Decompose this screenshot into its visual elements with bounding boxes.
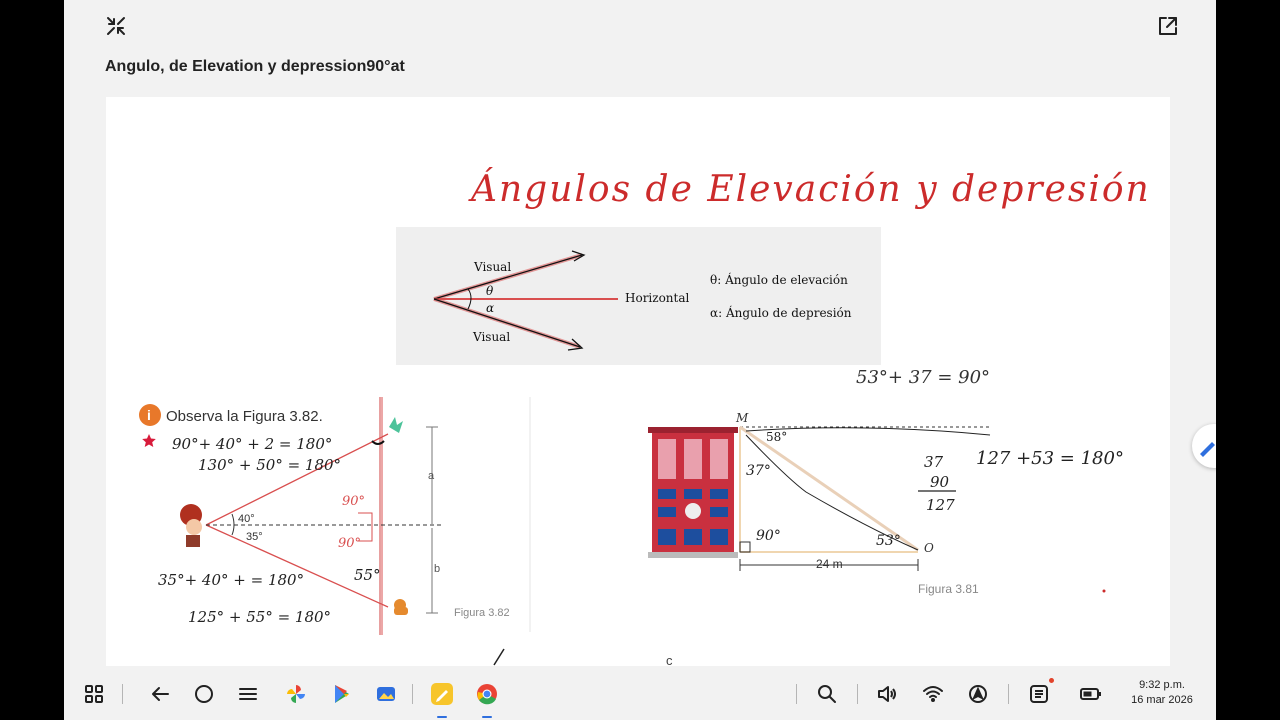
svg-text:53°+ 37 = 90°: 53°+ 37 = 90° bbox=[856, 367, 990, 388]
app-window: Angulo, de Elevation y depression90°at Á… bbox=[64, 0, 1216, 720]
svg-text:90°: 90° bbox=[756, 528, 781, 544]
svg-text:α: α bbox=[486, 301, 494, 315]
partial-letter: c bbox=[666, 653, 673, 667]
apps-grid-icon[interactable] bbox=[80, 680, 108, 708]
note-canvas[interactable]: Ángulos de Elevación y depresión Visual … bbox=[106, 97, 1170, 667]
svg-text:α: Ángulo de depresión: α: Ángulo de depresión bbox=[710, 305, 852, 320]
svg-text:130° + 50° = 180°: 130° + 50° = 180° bbox=[198, 456, 341, 474]
svg-text:θ: θ bbox=[486, 284, 494, 298]
svg-text:O: O bbox=[924, 541, 934, 555]
document-title: Angulo, de Elevation y depression90°at bbox=[105, 58, 405, 75]
svg-text:35°: 35° bbox=[246, 531, 263, 543]
svg-text:37: 37 bbox=[924, 453, 944, 471]
svg-text:90°: 90° bbox=[342, 494, 365, 509]
back-icon[interactable] bbox=[146, 680, 174, 708]
clock[interactable]: 9:32 p.m. 16 mar 2026 bbox=[1122, 678, 1202, 708]
svg-text:90: 90 bbox=[930, 473, 950, 491]
open-external-icon[interactable] bbox=[1154, 12, 1182, 40]
svg-text:Visual: Visual bbox=[472, 330, 510, 344]
svg-text:37°: 37° bbox=[746, 463, 771, 479]
note-heading: Ángulos de Elevación y depresión bbox=[468, 168, 1151, 210]
svg-text:Visual: Visual bbox=[473, 260, 511, 274]
svg-text:Figura 3.82: Figura 3.82 bbox=[454, 607, 510, 619]
svg-text:58°: 58° bbox=[766, 430, 787, 444]
svg-text:24 m: 24 m bbox=[816, 557, 843, 571]
pen-icon[interactable] bbox=[1192, 424, 1216, 468]
collapse-icon[interactable] bbox=[102, 12, 130, 40]
taskbar: 9:32 p.m. 16 mar 2026 bbox=[64, 666, 1216, 720]
volume-icon[interactable] bbox=[873, 680, 901, 708]
play-store-icon[interactable] bbox=[328, 680, 356, 708]
chrome-icon[interactable] bbox=[473, 680, 501, 708]
notification-dot bbox=[1049, 678, 1054, 683]
clock-time: 9:32 p.m. bbox=[1139, 679, 1185, 691]
svg-text:127: 127 bbox=[926, 496, 955, 514]
notes-icon[interactable] bbox=[428, 680, 456, 708]
svg-text:40°: 40° bbox=[238, 513, 255, 525]
notification-list-icon[interactable] bbox=[1025, 680, 1053, 708]
wifi-icon[interactable] bbox=[919, 680, 947, 708]
building-icon bbox=[648, 427, 738, 558]
svg-text:90°+ 40° + 2 = 180°: 90°+ 40° + 2 = 180° bbox=[172, 435, 332, 453]
star-icon bbox=[142, 434, 156, 447]
figure-3-82: i Observa la Figura 3.82. 40° 35° a b Fi… bbox=[139, 397, 531, 635]
gallery-icon[interactable] bbox=[372, 680, 400, 708]
figure-3-81: M O 58° 37° 90° 53° 24 m Figura 3.81 53°… bbox=[648, 367, 1124, 596]
svg-text:Figura 3.81: Figura 3.81 bbox=[918, 582, 979, 596]
photos-icon[interactable] bbox=[282, 680, 310, 708]
svg-text:53°: 53° bbox=[876, 533, 901, 549]
location-icon[interactable] bbox=[964, 680, 992, 708]
svg-text:Horizontal: Horizontal bbox=[625, 291, 690, 305]
svg-text:55°: 55° bbox=[354, 566, 381, 584]
svg-text:b: b bbox=[434, 563, 440, 575]
recents-icon[interactable] bbox=[234, 680, 262, 708]
home-icon[interactable] bbox=[190, 680, 218, 708]
svg-text:35°+ 40° + = 180°: 35°+ 40° + = 180° bbox=[158, 571, 304, 589]
svg-text:θ: Ángulo de elevación: θ: Ángulo de elevación bbox=[710, 272, 848, 287]
svg-text:90°: 90° bbox=[338, 536, 361, 551]
svg-text:M: M bbox=[735, 411, 749, 425]
svg-text:a: a bbox=[428, 470, 435, 482]
battery-icon[interactable] bbox=[1077, 680, 1105, 708]
elevation-depression-diagram: Visual θ α Visual Horizontal θ: Ángulo d… bbox=[396, 227, 881, 365]
svg-text:125° + 55° = 180°: 125° + 55° = 180° bbox=[188, 608, 331, 626]
svg-text:127 +53 = 180°: 127 +53 = 180° bbox=[976, 448, 1124, 469]
clock-date: 16 mar 2026 bbox=[1131, 694, 1193, 706]
svg-text:Observa la Figura 3.82.: Observa la Figura 3.82. bbox=[166, 408, 323, 425]
search-icon[interactable] bbox=[813, 680, 841, 708]
svg-text:i: i bbox=[147, 407, 151, 423]
bird-icon bbox=[389, 417, 403, 433]
